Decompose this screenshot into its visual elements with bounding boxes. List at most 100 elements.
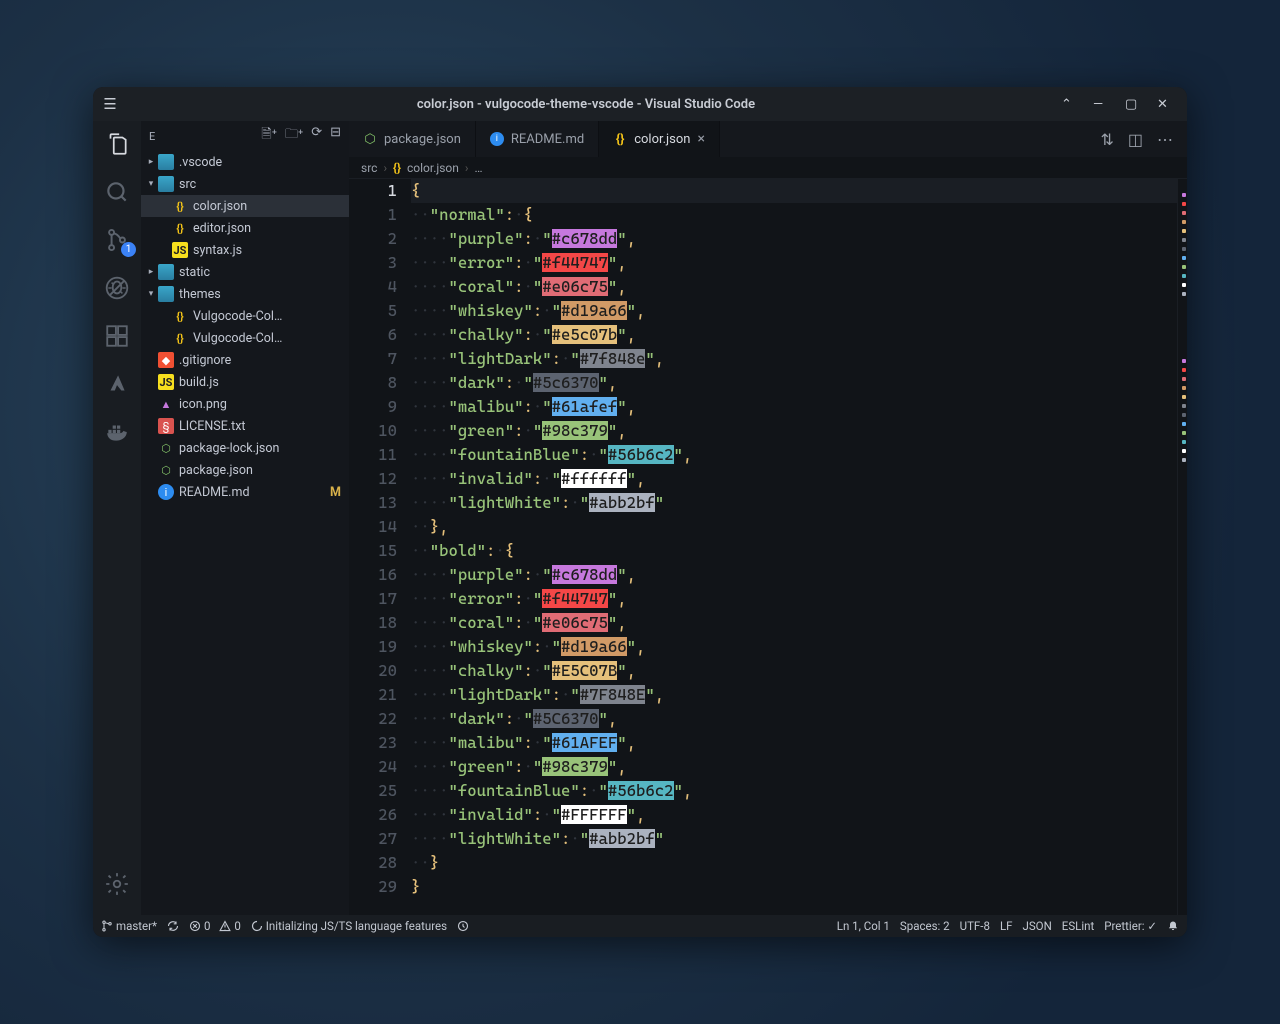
status-lang[interactable]: JSON bbox=[1023, 919, 1052, 933]
explorer-sidebar: E 🗎⁺ 🗀⁺ ⟳ ⊟ ▸ .vscode ▾ src {}color.json{}ed… bbox=[141, 121, 349, 915]
file-row[interactable]: iREADME.mdM bbox=[141, 481, 349, 503]
file-row[interactable]: ▲icon.png bbox=[141, 393, 349, 415]
debug-icon[interactable] bbox=[104, 275, 130, 301]
explorer-label: E bbox=[149, 130, 155, 143]
compare-icon[interactable]: ⇅ bbox=[1100, 130, 1113, 149]
status-task[interactable]: Initializing JS/TS language features bbox=[251, 919, 447, 933]
tab-package-json[interactable]: ⬡package.json bbox=[349, 121, 476, 157]
tab-README-md[interactable]: iREADME.md bbox=[476, 121, 599, 157]
extensions-icon[interactable] bbox=[104, 323, 130, 349]
new-folder-icon[interactable]: 🗀⁺ bbox=[285, 125, 303, 147]
file-row[interactable]: JSsyntax.js bbox=[141, 239, 349, 261]
folder-icon bbox=[158, 286, 174, 302]
scm-badge: 1 bbox=[121, 242, 136, 257]
file-tree[interactable]: ▸ .vscode ▾ src {}color.json{}editor.jsonJSs… bbox=[141, 151, 349, 915]
activity-bar: 1 bbox=[93, 121, 141, 915]
file-label: editor.json bbox=[193, 221, 251, 236]
folder-icon bbox=[158, 176, 174, 192]
split-icon[interactable]: ◫ bbox=[1128, 130, 1143, 149]
chevron-icon: ▸ bbox=[145, 267, 157, 277]
status-bell[interactable] bbox=[1167, 920, 1179, 932]
folder-row[interactable]: ▸ .vscode bbox=[141, 151, 349, 173]
status-encoding[interactable]: UTF-8 bbox=[960, 919, 990, 933]
folder-row[interactable]: ▸static bbox=[141, 261, 349, 283]
file-row[interactable]: {}Vulgocode-Col… bbox=[141, 327, 349, 349]
file-label: .gitignore bbox=[179, 353, 231, 368]
file-row[interactable]: {}color.json bbox=[141, 195, 349, 217]
status-linter[interactable]: ESLint bbox=[1062, 919, 1094, 933]
file-label: syntax.js bbox=[193, 243, 242, 258]
spinner-icon bbox=[251, 920, 263, 932]
file-label: package-lock.json bbox=[179, 441, 279, 456]
file-label: themes bbox=[179, 287, 221, 302]
status-bar: master* 0 0 Initializing JS/TS language … bbox=[93, 915, 1187, 937]
explorer-actions: 🗎⁺ 🗀⁺ ⟳ ⊟ bbox=[261, 125, 341, 147]
minimap[interactable] bbox=[1177, 179, 1187, 915]
tab-label: package.json bbox=[384, 132, 461, 147]
status-clock[interactable] bbox=[457, 920, 469, 932]
file-row[interactable]: ⬡package.json bbox=[141, 459, 349, 481]
tab-bar: ⬡package.jsoniREADME.md{}color.json×⇅◫⋯ bbox=[349, 121, 1187, 157]
crumb[interactable]: … bbox=[475, 161, 483, 175]
status-problems[interactable]: 0 0 bbox=[189, 919, 241, 933]
file-label: .vscode bbox=[179, 155, 222, 170]
new-file-icon[interactable]: 🗎⁺ bbox=[261, 125, 277, 147]
status-position[interactable]: Ln 1, Col 1 bbox=[837, 919, 890, 933]
file-label: src bbox=[179, 177, 196, 192]
refresh-icon[interactable]: ⟳ bbox=[311, 125, 322, 147]
docker-icon[interactable] bbox=[104, 419, 130, 445]
collapse-all-icon[interactable]: ⊟ bbox=[330, 125, 341, 147]
azure-icon[interactable] bbox=[104, 371, 130, 397]
collapse-icon[interactable]: ⌃ bbox=[1061, 97, 1075, 111]
chevron-icon: ▸ bbox=[145, 157, 157, 167]
editor-group: ⬡package.jsoniREADME.md{}color.json×⇅◫⋯ … bbox=[349, 121, 1187, 915]
file-row[interactable]: {}editor.json bbox=[141, 217, 349, 239]
status-indent[interactable]: Spaces: 2 bbox=[900, 919, 950, 933]
settings-gear-icon[interactable] bbox=[104, 871, 130, 897]
file-label: icon.png bbox=[179, 397, 227, 412]
close-icon[interactable]: ✕ bbox=[1157, 97, 1171, 111]
search-icon[interactable] bbox=[104, 179, 130, 205]
tab-color-json[interactable]: {}color.json× bbox=[599, 121, 720, 157]
scm-icon[interactable]: 1 bbox=[104, 227, 130, 253]
file-label: color.json bbox=[193, 199, 247, 214]
file-label: build.js bbox=[179, 375, 219, 390]
status-eol[interactable]: LF bbox=[1000, 919, 1013, 933]
crumb[interactable]: src bbox=[361, 161, 377, 175]
file-label: Vulgocode-Col… bbox=[193, 309, 282, 324]
code-content[interactable]: {··"normal":·{····"purple":·"#c678dd",··… bbox=[407, 179, 1177, 915]
window-title: color.json - vulgocode-theme-vscode - Vi… bbox=[127, 97, 1045, 112]
minimize-icon[interactable]: — bbox=[1093, 97, 1107, 111]
vscode-window: ☰ color.json - vulgocode-theme-vscode - … bbox=[93, 87, 1187, 937]
file-label: package.json bbox=[179, 463, 253, 478]
explorer-icon[interactable] bbox=[104, 131, 130, 157]
titlebar: ☰ color.json - vulgocode-theme-vscode - … bbox=[93, 87, 1187, 121]
file-row[interactable]: ⬡package-lock.json bbox=[141, 437, 349, 459]
editor-code-area[interactable]: 1123456789101112131415161718192021222324… bbox=[349, 179, 1187, 915]
tab-label: README.md bbox=[511, 132, 584, 147]
window-controls: ⌃ — ▢ ✕ bbox=[1045, 97, 1187, 111]
status-branch[interactable]: master* bbox=[101, 919, 157, 933]
sync-icon bbox=[167, 920, 179, 932]
menu-button[interactable]: ☰ bbox=[93, 95, 127, 113]
breadcrumbs[interactable]: src›{}color.json›… bbox=[349, 157, 1187, 179]
line-gutter: 1123456789101112131415161718192021222324… bbox=[349, 179, 407, 915]
folder-row[interactable]: ▾ src bbox=[141, 173, 349, 195]
maximize-icon[interactable]: ▢ bbox=[1125, 97, 1139, 111]
tab-label: color.json bbox=[634, 132, 690, 147]
file-row[interactable]: §LICENSE.txt bbox=[141, 415, 349, 437]
folder-icon bbox=[158, 264, 174, 280]
file-row[interactable]: {}Vulgocode-Col… bbox=[141, 305, 349, 327]
more-icon[interactable]: ⋯ bbox=[1157, 130, 1173, 149]
chevron-icon: ▾ bbox=[145, 179, 157, 189]
crumb[interactable]: color.json bbox=[407, 161, 459, 175]
folder-icon bbox=[158, 154, 174, 170]
folder-row[interactable]: ▾themes bbox=[141, 283, 349, 305]
file-row[interactable]: ◆.gitignore bbox=[141, 349, 349, 371]
status-formatter[interactable]: Prettier: ✓ bbox=[1104, 919, 1157, 933]
status-sync[interactable] bbox=[167, 920, 179, 932]
warning-icon bbox=[219, 920, 231, 932]
file-row[interactable]: JSbuild.js bbox=[141, 371, 349, 393]
tab-close-icon[interactable]: × bbox=[697, 131, 704, 147]
clock-icon bbox=[457, 920, 469, 932]
